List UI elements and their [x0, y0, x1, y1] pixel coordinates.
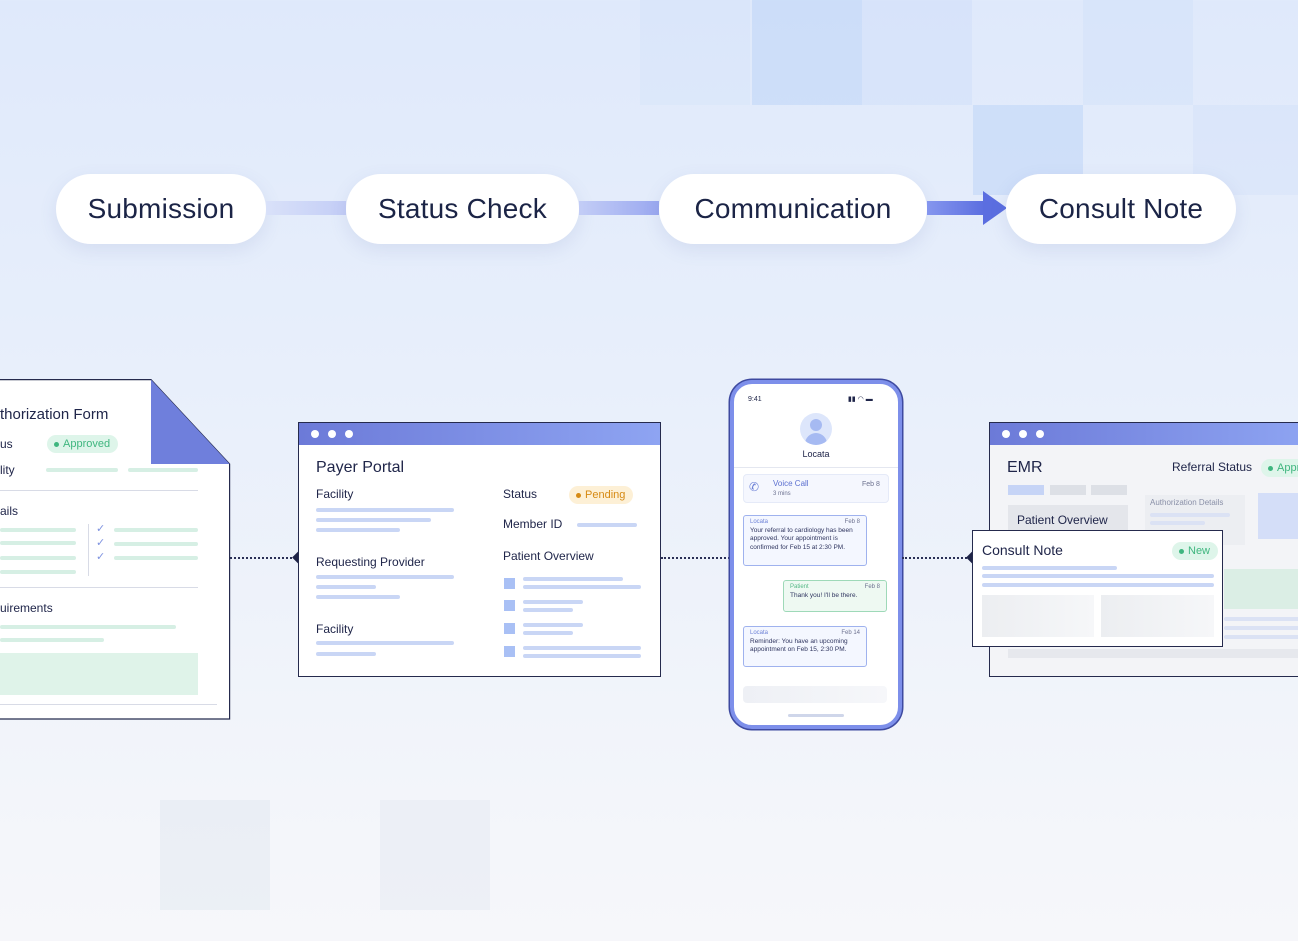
window-titlebar: [299, 423, 660, 445]
member-id-label: Member ID: [503, 517, 563, 531]
message-bubble: Locata Feb 8 Your referral to cardiology…: [743, 515, 867, 566]
window-dot-icon: [1036, 430, 1044, 438]
auth-facility-label: lity: [0, 463, 15, 477]
call-date: Feb 8: [862, 481, 880, 488]
signal-battery-icon: ▮▮ ◠ ▬: [848, 396, 873, 403]
connector-1: [266, 201, 346, 215]
flow-connector: [230, 557, 300, 559]
window-titlebar: [990, 423, 1298, 445]
facility-label: Facility: [316, 487, 354, 501]
new-badge: New: [1172, 542, 1219, 560]
window-dot-icon: [328, 430, 336, 438]
window-dot-icon: [1002, 430, 1010, 438]
consult-note-title: Consult Note: [982, 542, 1063, 558]
phone-icon: ✆: [749, 480, 760, 494]
auth-requirements-label: uirements: [0, 601, 53, 615]
check-icon: ✓: [96, 523, 106, 535]
patient-overview-label: Patient Overview: [503, 549, 594, 563]
avatar: [800, 413, 832, 445]
contact-name: Locata: [802, 449, 830, 459]
payer-portal-title: Payer Portal: [316, 459, 405, 476]
message-bubble: Locata Feb 14 Reminder: You have an upco…: [743, 626, 867, 667]
arrow-right-icon: [983, 191, 1007, 225]
window-dot-icon: [345, 430, 353, 438]
connector-3: [927, 201, 985, 215]
step-status-check[interactable]: Status Check: [346, 174, 579, 244]
flow-connector: [661, 557, 733, 559]
step-communication[interactable]: Communication: [659, 174, 927, 244]
call-title: Voice Call: [773, 479, 809, 488]
home-indicator: [788, 714, 844, 717]
connector-2: [579, 201, 659, 215]
voice-call-card[interactable]: ✆ Voice Call 3 mins Feb 8: [743, 474, 889, 503]
phone-mockup: 9:41 ▮▮ ◠ ▬ Locata ✆ Voice Call 3 mins F…: [730, 380, 902, 729]
auth-details-label: ails: [0, 504, 19, 518]
emr-title: EMR: [1007, 459, 1043, 476]
authorization-details-label: Authorization Details: [1150, 498, 1224, 507]
patient-overview-label: Patient Overview: [1017, 513, 1108, 527]
step-submission[interactable]: Submission: [56, 174, 266, 244]
pending-badge: Pending: [569, 486, 634, 504]
window-dot-icon: [311, 430, 319, 438]
approved-badge: Appro: [1261, 459, 1298, 477]
phone-time: 9:41: [748, 396, 762, 403]
payer-portal-window: Payer Portal Facility Requesting Provide…: [298, 422, 661, 677]
auth-form-title: thorization Form: [0, 406, 109, 423]
flow-connector: [902, 557, 974, 559]
auth-status-label: us: [0, 437, 13, 451]
status-label: Status: [503, 487, 538, 501]
check-icon: ✓: [96, 551, 106, 563]
consult-note-card[interactable]: Consult Note New: [972, 530, 1223, 647]
referral-status-label: Referral Status: [1172, 460, 1253, 474]
requesting-provider-label: Requesting Provider: [316, 555, 425, 569]
step-consult-note[interactable]: Consult Note: [1006, 174, 1236, 244]
call-duration: 3 mins: [773, 491, 791, 497]
check-icon: ✓: [96, 537, 106, 549]
authorization-form-card: thorization Form us Approved lity ails ✓…: [0, 379, 231, 720]
facility-label: Facility: [316, 622, 354, 636]
approved-badge: Approved: [47, 435, 119, 453]
message-input[interactable]: [743, 686, 887, 703]
message-bubble: Patient Feb 8 Thank you! I'll be there.: [783, 580, 887, 612]
window-dot-icon: [1019, 430, 1027, 438]
